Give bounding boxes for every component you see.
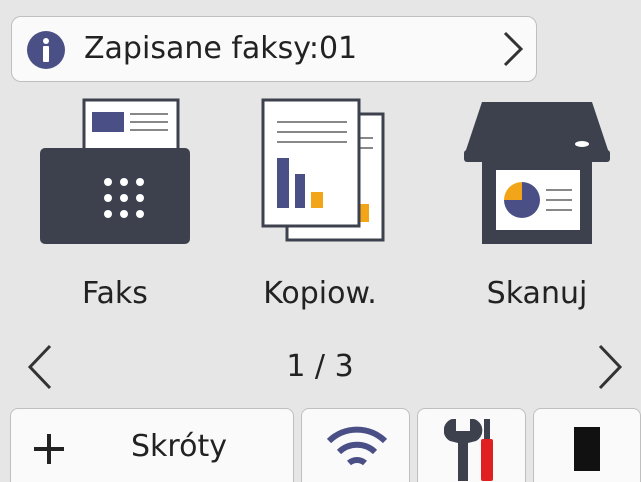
settings-button[interactable] <box>417 408 526 482</box>
fax-icon <box>40 98 190 244</box>
notification-banner[interactable]: Zapisane faksy:01 <box>11 16 537 82</box>
toner-button[interactable] <box>533 408 641 482</box>
chevron-right-icon[interactable] <box>596 342 626 392</box>
tools-icon <box>444 419 493 481</box>
chevron-right-icon <box>503 31 524 67</box>
shortcuts-label: Skróty <box>131 429 227 464</box>
copy-icon <box>261 98 385 242</box>
app-copy[interactable]: Kopiow. <box>225 96 415 346</box>
plus-icon <box>34 434 64 464</box>
app-fax-label: Faks <box>82 276 148 311</box>
page-indicator: 1 / 3 <box>286 349 354 384</box>
wifi-button[interactable] <box>301 408 410 482</box>
wifi-icon <box>326 426 388 466</box>
toner-icon <box>574 427 600 471</box>
notification-text: Zapisane faksy:01 <box>84 31 358 66</box>
chevron-left-icon[interactable] <box>24 342 54 392</box>
app-fax[interactable]: Faks <box>20 96 210 346</box>
info-icon <box>27 31 65 69</box>
shortcuts-button[interactable]: Skróty <box>10 408 294 482</box>
scan-icon <box>464 102 610 244</box>
app-scan-label: Skanuj <box>486 276 588 311</box>
app-copy-label: Kopiow. <box>263 276 377 311</box>
app-scan[interactable]: Skanuj <box>442 96 632 346</box>
